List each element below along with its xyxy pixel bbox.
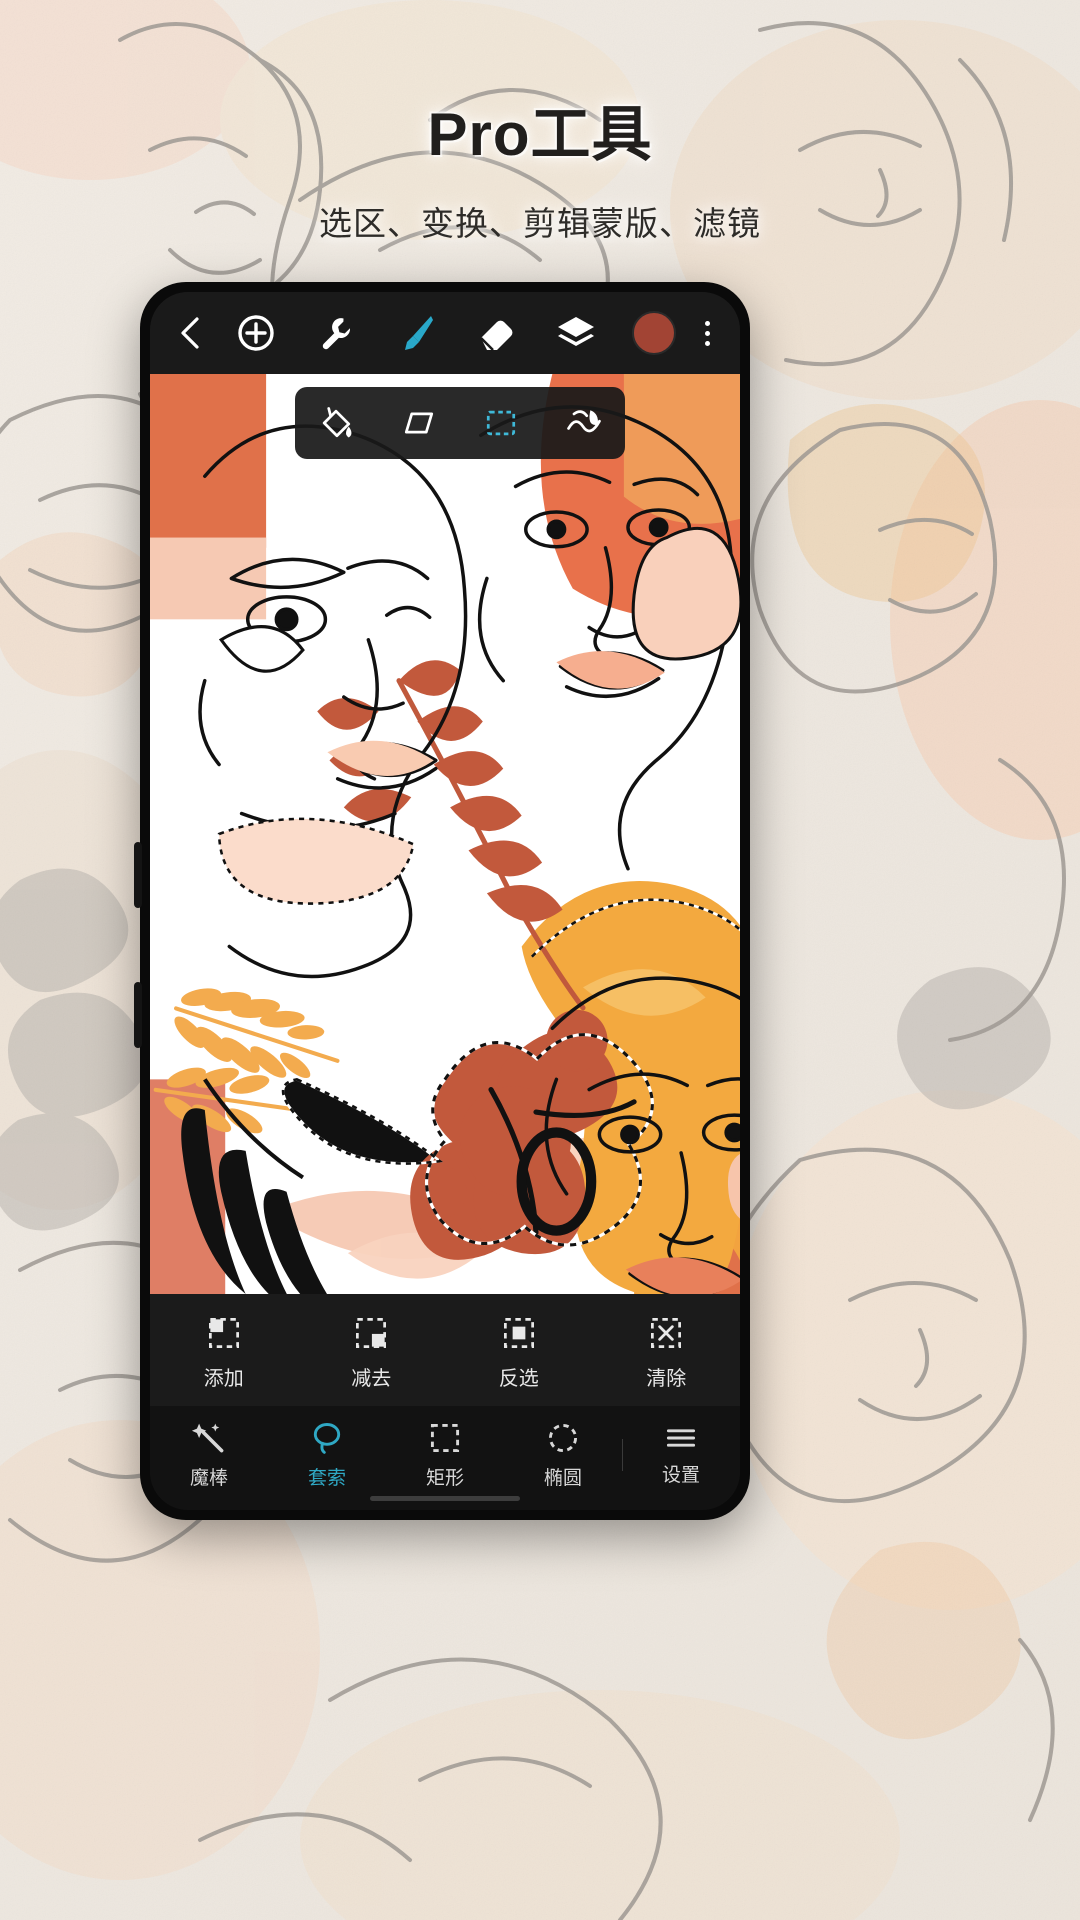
phone-volume-button[interactable] (134, 842, 142, 908)
action-add-label: 添加 (203, 1368, 244, 1390)
selection-tool-popup[interactable] (295, 387, 625, 459)
tool-settings[interactable]: 设置 (622, 1423, 740, 1487)
wrench-icon[interactable] (312, 309, 360, 357)
tool-magic-wand-label: 魔棒 (189, 1468, 228, 1489)
tool-rectangle-label: 矩形 (425, 1468, 464, 1489)
tool-rectangle[interactable]: 矩形 (386, 1420, 504, 1490)
phone-mockup: 添加 减去 反选 清除 魔棒 套索 矩形 椭圆 设置 (134, 282, 750, 1520)
tool-magic-wand[interactable]: 魔棒 (150, 1420, 268, 1490)
paint-bucket-icon[interactable] (307, 398, 365, 448)
tool-settings-label: 设置 (661, 1465, 700, 1486)
selection-add-icon (208, 1318, 239, 1348)
selection-clear-icon (651, 1318, 682, 1348)
action-invert[interactable]: 反选 (464, 1313, 574, 1391)
phone-power-button[interactable] (134, 982, 142, 1048)
app-tool-group (216, 309, 692, 357)
selection-invert-icon (503, 1318, 534, 1348)
selection-action-bar: 添加 减去 反选 清除 (150, 1294, 740, 1406)
selection-subtract-icon (356, 1318, 387, 1348)
tool-lasso-label: 套索 (307, 1468, 346, 1489)
app-top-toolbar (150, 292, 740, 374)
selection-tool-bar: 魔棒 套索 矩形 椭圆 设置 (150, 1406, 740, 1510)
magic-wand-icon (191, 1423, 224, 1453)
canvas-artwork (150, 374, 740, 1294)
action-invert-label: 反选 (498, 1368, 539, 1390)
home-indicator (370, 1496, 520, 1501)
hamburger-menu-icon (666, 1429, 696, 1447)
color-swatch[interactable] (632, 311, 676, 355)
layers-icon[interactable] (552, 309, 600, 357)
add-icon[interactable] (232, 309, 280, 357)
eraser-icon[interactable] (472, 309, 520, 357)
tool-ellipse-label: 椭圆 (543, 1468, 582, 1489)
back-button[interactable] (164, 315, 216, 351)
tool-ellipse[interactable]: 椭圆 (504, 1420, 622, 1490)
drawing-canvas[interactable] (150, 374, 740, 1294)
transform-icon[interactable] (390, 398, 448, 448)
phone-screen: 添加 减去 反选 清除 魔棒 套索 矩形 椭圆 设置 (150, 292, 740, 1510)
lasso-icon (313, 1423, 341, 1454)
three-dots-icon[interactable] (692, 320, 722, 346)
action-clear-label: 清除 (646, 1368, 687, 1390)
action-subtract[interactable]: 减去 (316, 1313, 426, 1391)
marquee-select-icon[interactable] (472, 398, 530, 448)
action-subtract-label: 减去 (351, 1368, 392, 1390)
action-add[interactable]: 添加 (169, 1313, 279, 1391)
rectangle-select-icon (430, 1423, 460, 1453)
action-clear[interactable]: 清除 (611, 1313, 721, 1391)
feather-mask-icon[interactable] (555, 398, 613, 448)
brush-icon[interactable] (392, 309, 440, 357)
chevron-left-icon (181, 317, 199, 349)
ellipse-select-icon (548, 1423, 578, 1453)
tool-lasso[interactable]: 套索 (268, 1420, 386, 1490)
